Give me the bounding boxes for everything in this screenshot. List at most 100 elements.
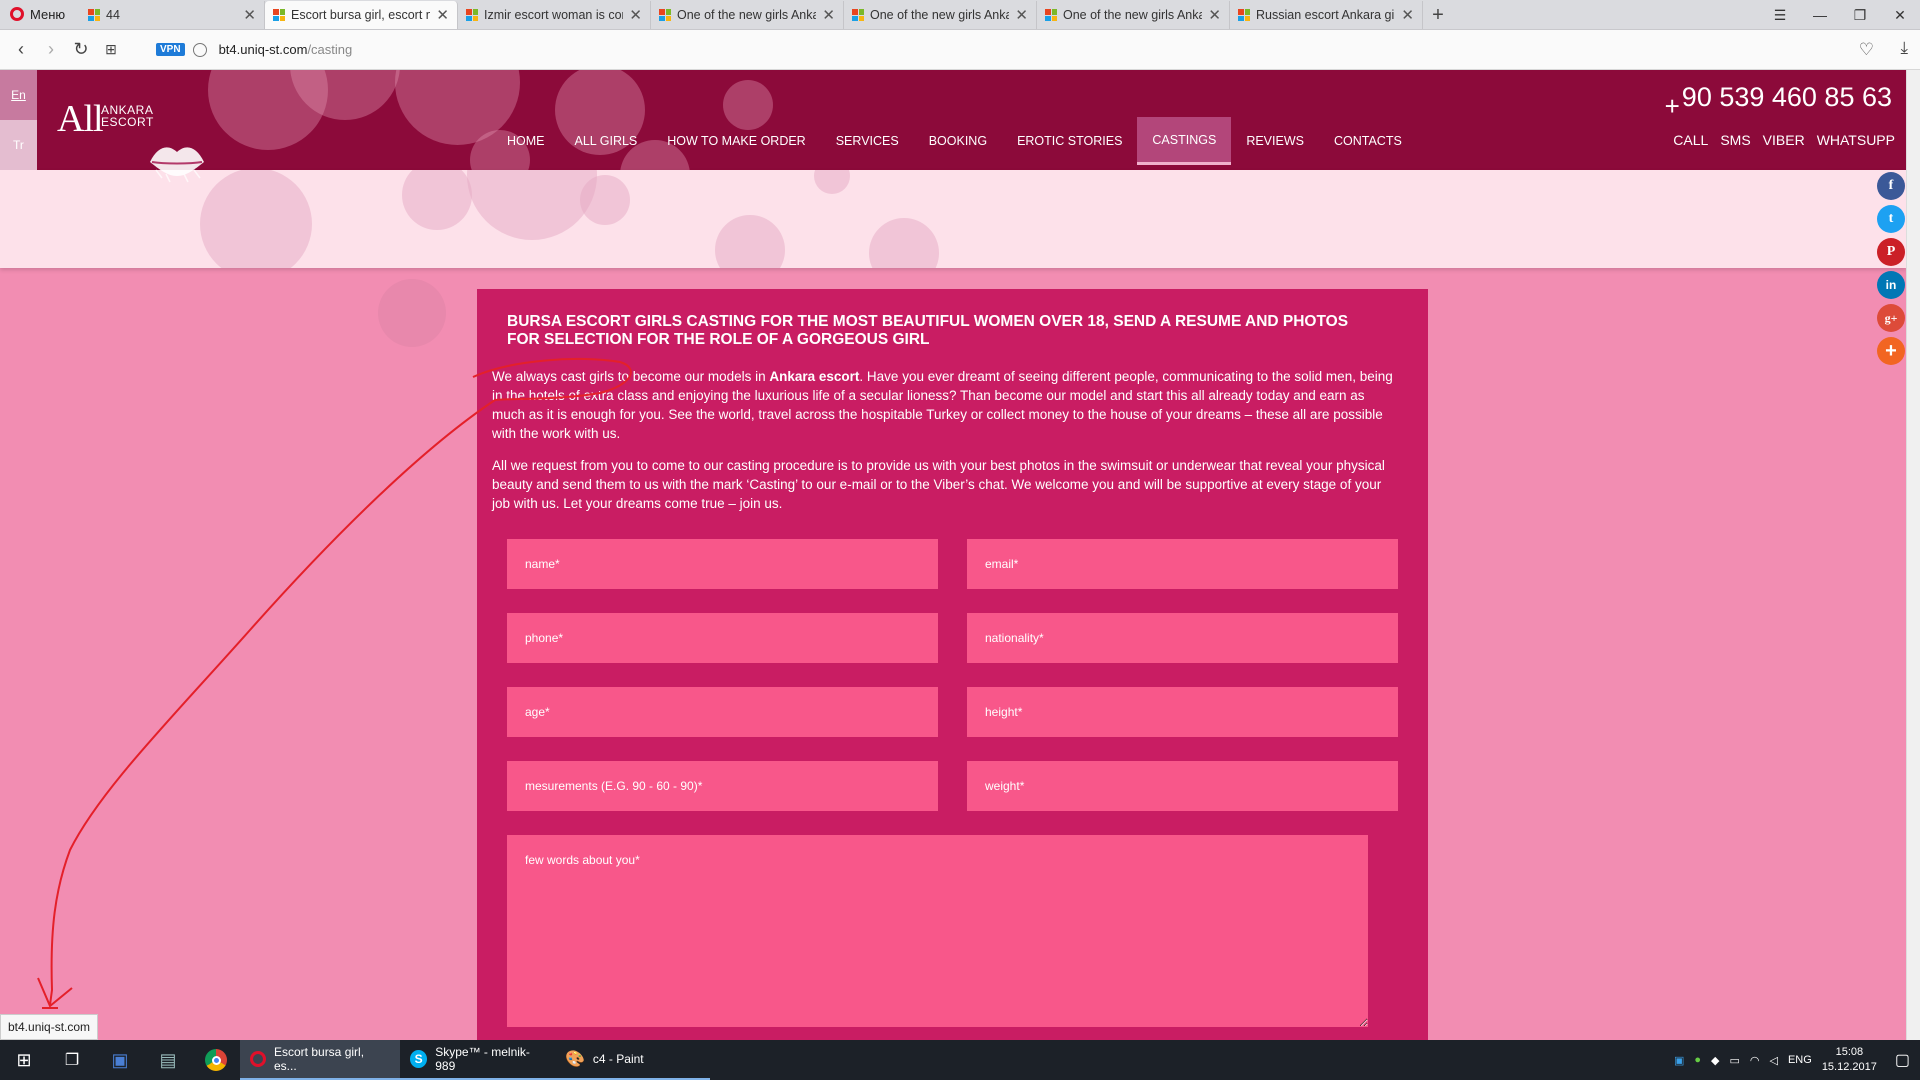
windows-favicon-icon [273,9,285,21]
nav-erotic-stories[interactable]: EROTIC STORIES [1002,117,1137,165]
nav-how-to-make-order[interactable]: HOW TO MAKE ORDER [652,117,820,165]
browser-tab[interactable]: Russian escort Ankara girl ✕ [1230,1,1423,29]
wifi-icon[interactable]: ◠ [1750,1054,1760,1067]
notifications-icon[interactable]: ▢ [1895,1050,1910,1070]
pinterest-icon[interactable]: P [1877,238,1905,266]
tab-close-icon[interactable]: ✕ [1401,6,1414,24]
tab-title: One of the new girls Ankar [677,8,817,22]
tab-title: Escort bursa girl, escort m [291,8,431,22]
opera-logo-icon [10,7,24,21]
windows-start-icon[interactable]: ⊞ [0,1040,48,1080]
status-bar-url: bt4.uniq-st.com [0,1014,99,1040]
nationality-field[interactable] [967,613,1398,663]
call-link[interactable]: CALL [1673,132,1708,148]
casting-panel: BURSA ESCORT GIRLS CASTING FOR THE MOST … [477,289,1428,1040]
nav-all-girls[interactable]: ALL GIRLS [560,117,653,165]
browser-tab[interactable]: One of the new girls Ankar ✕ [651,1,844,29]
phone-field[interactable] [507,613,938,663]
google-plus-icon[interactable]: g+ [1877,304,1905,332]
nav-reviews[interactable]: REVIEWS [1231,117,1319,165]
nav-home[interactable]: HOME [492,117,560,165]
twitter-icon[interactable]: t [1877,205,1905,233]
volume-icon[interactable]: ◁ [1770,1054,1778,1067]
bookmark-heart-icon[interactable]: ♡ [1859,40,1874,60]
input-language[interactable]: ENG [1788,1054,1812,1066]
name-field[interactable] [507,539,938,589]
measurements-field[interactable] [507,761,938,811]
restore-icon[interactable]: ❐ [1840,0,1880,30]
header-banner-strip [0,170,1906,268]
email-field[interactable] [967,539,1398,589]
vpn-badge[interactable]: VPN [156,43,185,56]
main-navigation: HOME ALL GIRLS HOW TO MAKE ORDER SERVICE… [492,117,1417,165]
viber-link[interactable]: VIBER [1763,132,1805,148]
tab-close-icon[interactable]: ✕ [436,6,449,24]
clock[interactable]: 15:08 15.12.2017 [1822,1045,1877,1075]
reload-icon[interactable]: ↻ [66,35,96,65]
nav-services[interactable]: SERVICES [821,117,914,165]
nav-contacts[interactable]: CONTACTS [1319,117,1417,165]
request-paragraph: All we request from you to come to our c… [492,458,1385,511]
tray-app-icon[interactable]: ▣ [1674,1054,1684,1067]
more-share-icon[interactable]: + [1877,337,1905,365]
browser-tab[interactable]: One of the new girls Ankar ✕ [844,1,1037,29]
forward-icon[interactable]: › [36,35,66,65]
download-icon[interactable]: ⤓ [1900,38,1908,58]
casting-form [507,539,1398,1032]
save-app-icon[interactable]: ▣ [96,1040,144,1080]
sms-link[interactable]: SMS [1720,132,1750,148]
paint-icon: 🎨 [565,1051,585,1068]
back-icon[interactable]: ‹ [6,35,36,65]
tab-close-icon[interactable]: ✕ [822,6,835,24]
windows-favicon-icon [659,9,671,21]
clock-time: 15:08 [1835,1046,1864,1058]
taskbar-app-label: c4 - Paint [592,1052,644,1066]
task-view-icon[interactable]: ❐ [48,1040,96,1080]
close-window-icon[interactable]: ✕ [1880,0,1920,30]
battery-icon[interactable]: ▭ [1729,1054,1739,1067]
tray-security-icon[interactable]: ● [1694,1054,1701,1066]
tab-menu-icon[interactable]: ☰ [1760,0,1800,30]
linkedin-icon[interactable]: in [1877,271,1905,299]
minimize-icon[interactable]: — [1800,0,1840,30]
page-scrollbar[interactable] [1906,70,1920,1040]
taskbar-opera-app[interactable]: Escort bursa girl, es... [240,1040,400,1080]
tab-title: Russian escort Ankara girl [1256,8,1396,22]
phone-number[interactable]: +90 539 460 85 63 [1665,82,1892,121]
opera-menu-button[interactable]: Меню [0,0,80,29]
ankara-escort-link[interactable]: Ankara escort [769,369,859,384]
nav-booking[interactable]: BOOKING [914,117,1002,165]
chrome-icon[interactable] [192,1040,240,1080]
tray-shield-icon[interactable]: ◆ [1711,1054,1719,1067]
age-field[interactable] [507,687,938,737]
height-field[interactable] [967,687,1398,737]
lang-tr-link[interactable]: Tr [0,120,37,170]
browser-tab[interactable]: One of the new girls Anka ✕ [1037,1,1230,29]
new-tab-button[interactable]: + [1423,1,1453,29]
browser-tab[interactable]: Izmir escort woman is com ✕ [458,1,651,29]
taskbar-paint-app[interactable]: 🎨 c4 - Paint [555,1040,710,1080]
url-field[interactable]: bt4.uniq-st.com/casting [219,42,1920,57]
weight-field[interactable] [967,761,1398,811]
notepad-icon[interactable]: ▤ [144,1040,192,1080]
browser-tab-active[interactable]: Escort bursa girl, escort m ✕ [265,1,458,29]
language-switcher: En Tr [0,70,37,170]
taskbar-skype-app[interactable]: S Skype™ - melnik-989 [400,1040,555,1080]
tab-close-icon[interactable]: ✕ [1015,6,1028,24]
facebook-icon[interactable]: f [1877,172,1905,200]
speed-dial-icon[interactable]: ⊞ [96,35,126,65]
windows-favicon-icon [1238,9,1250,21]
tab-close-icon[interactable]: ✕ [243,6,256,24]
tab-title: One of the new girls Anka [1063,8,1203,22]
page-title: BURSA ESCORT GIRLS CASTING FOR THE MOST … [507,313,1349,348]
about-textarea[interactable] [507,835,1368,1027]
lang-en-link[interactable]: En [0,70,37,120]
tab-close-icon[interactable]: ✕ [1208,6,1221,24]
nav-castings[interactable]: CASTINGS [1137,117,1232,165]
tab-title: One of the new girls Ankar [870,8,1010,22]
tab-close-icon[interactable]: ✕ [629,6,642,24]
whatsapp-link[interactable]: WHATSUPP [1817,132,1895,148]
site-logo[interactable]: All ANKARA ESCORT [57,97,153,141]
taskbar-app-label: Escort bursa girl, es... [274,1045,365,1073]
browser-tab[interactable]: 44 ✕ [80,1,265,29]
